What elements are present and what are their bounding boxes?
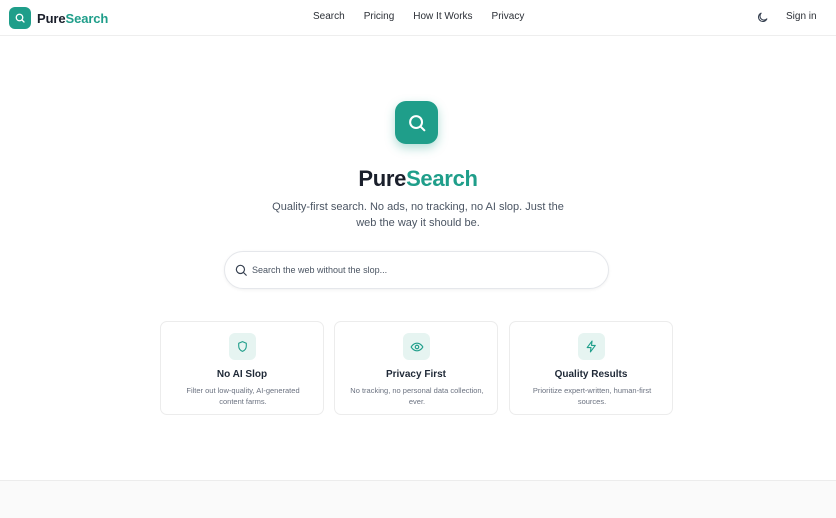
nav-link-privacy[interactable]: Privacy (492, 11, 525, 22)
nav-link-how-it-works[interactable]: How It Works (413, 11, 472, 22)
search-input[interactable] (252, 265, 592, 275)
brand-name: PureSearch (37, 11, 108, 26)
zap-icon (578, 333, 605, 360)
main-nav: Search Pricing How It Works Privacy (313, 11, 524, 22)
feature-title: Privacy First (385, 369, 447, 380)
feature-title: No AI Slop (216, 369, 268, 380)
search-input-icon (234, 263, 248, 277)
brand-logo-link[interactable]: PureSearch (9, 7, 108, 29)
shield-icon (229, 333, 256, 360)
feature-description: Filter out low-quality, AI-generated con… (186, 386, 300, 406)
page: PureSearch Search Pricing How It Works P… (0, 0, 836, 518)
eye-icon (403, 333, 430, 360)
feature-card-quality-results: Quality Results Prioritize expert-writte… (509, 321, 673, 415)
footer (0, 480, 836, 518)
theme-toggle-button[interactable] (756, 11, 769, 24)
hero-subtitle: Quality-first search. No ads, no trackin… (272, 201, 564, 229)
hero-title-search: Search (406, 166, 478, 191)
hero-title-pure: Pure (358, 166, 407, 191)
search-bar[interactable] (224, 251, 609, 289)
brand-search-icon (9, 7, 31, 29)
feature-card-no-ai-slop: No AI Slop Filter out low-quality, AI-ge… (160, 321, 324, 415)
feature-description: Prioritize expert-written, human-first s… (532, 386, 652, 406)
sign-in-link[interactable]: Sign in (786, 11, 817, 22)
nav-link-search[interactable]: Search (313, 11, 345, 22)
hero-logo-tile (395, 101, 438, 144)
brand-name-pure: Pure (37, 10, 66, 26)
feature-card-privacy-first: Privacy First No tracking, no personal d… (334, 321, 498, 415)
top-nav-bar: PureSearch Search Pricing How It Works P… (0, 0, 836, 36)
hero-title: PureSearch (0, 166, 836, 192)
feature-title: Quality Results (554, 369, 628, 380)
nav-link-pricing[interactable]: Pricing (364, 11, 395, 22)
brand-name-search: Search (65, 10, 109, 26)
moon-icon (757, 12, 768, 23)
feature-description: No tracking, no personal data collection… (350, 386, 484, 406)
search-icon (408, 114, 425, 131)
